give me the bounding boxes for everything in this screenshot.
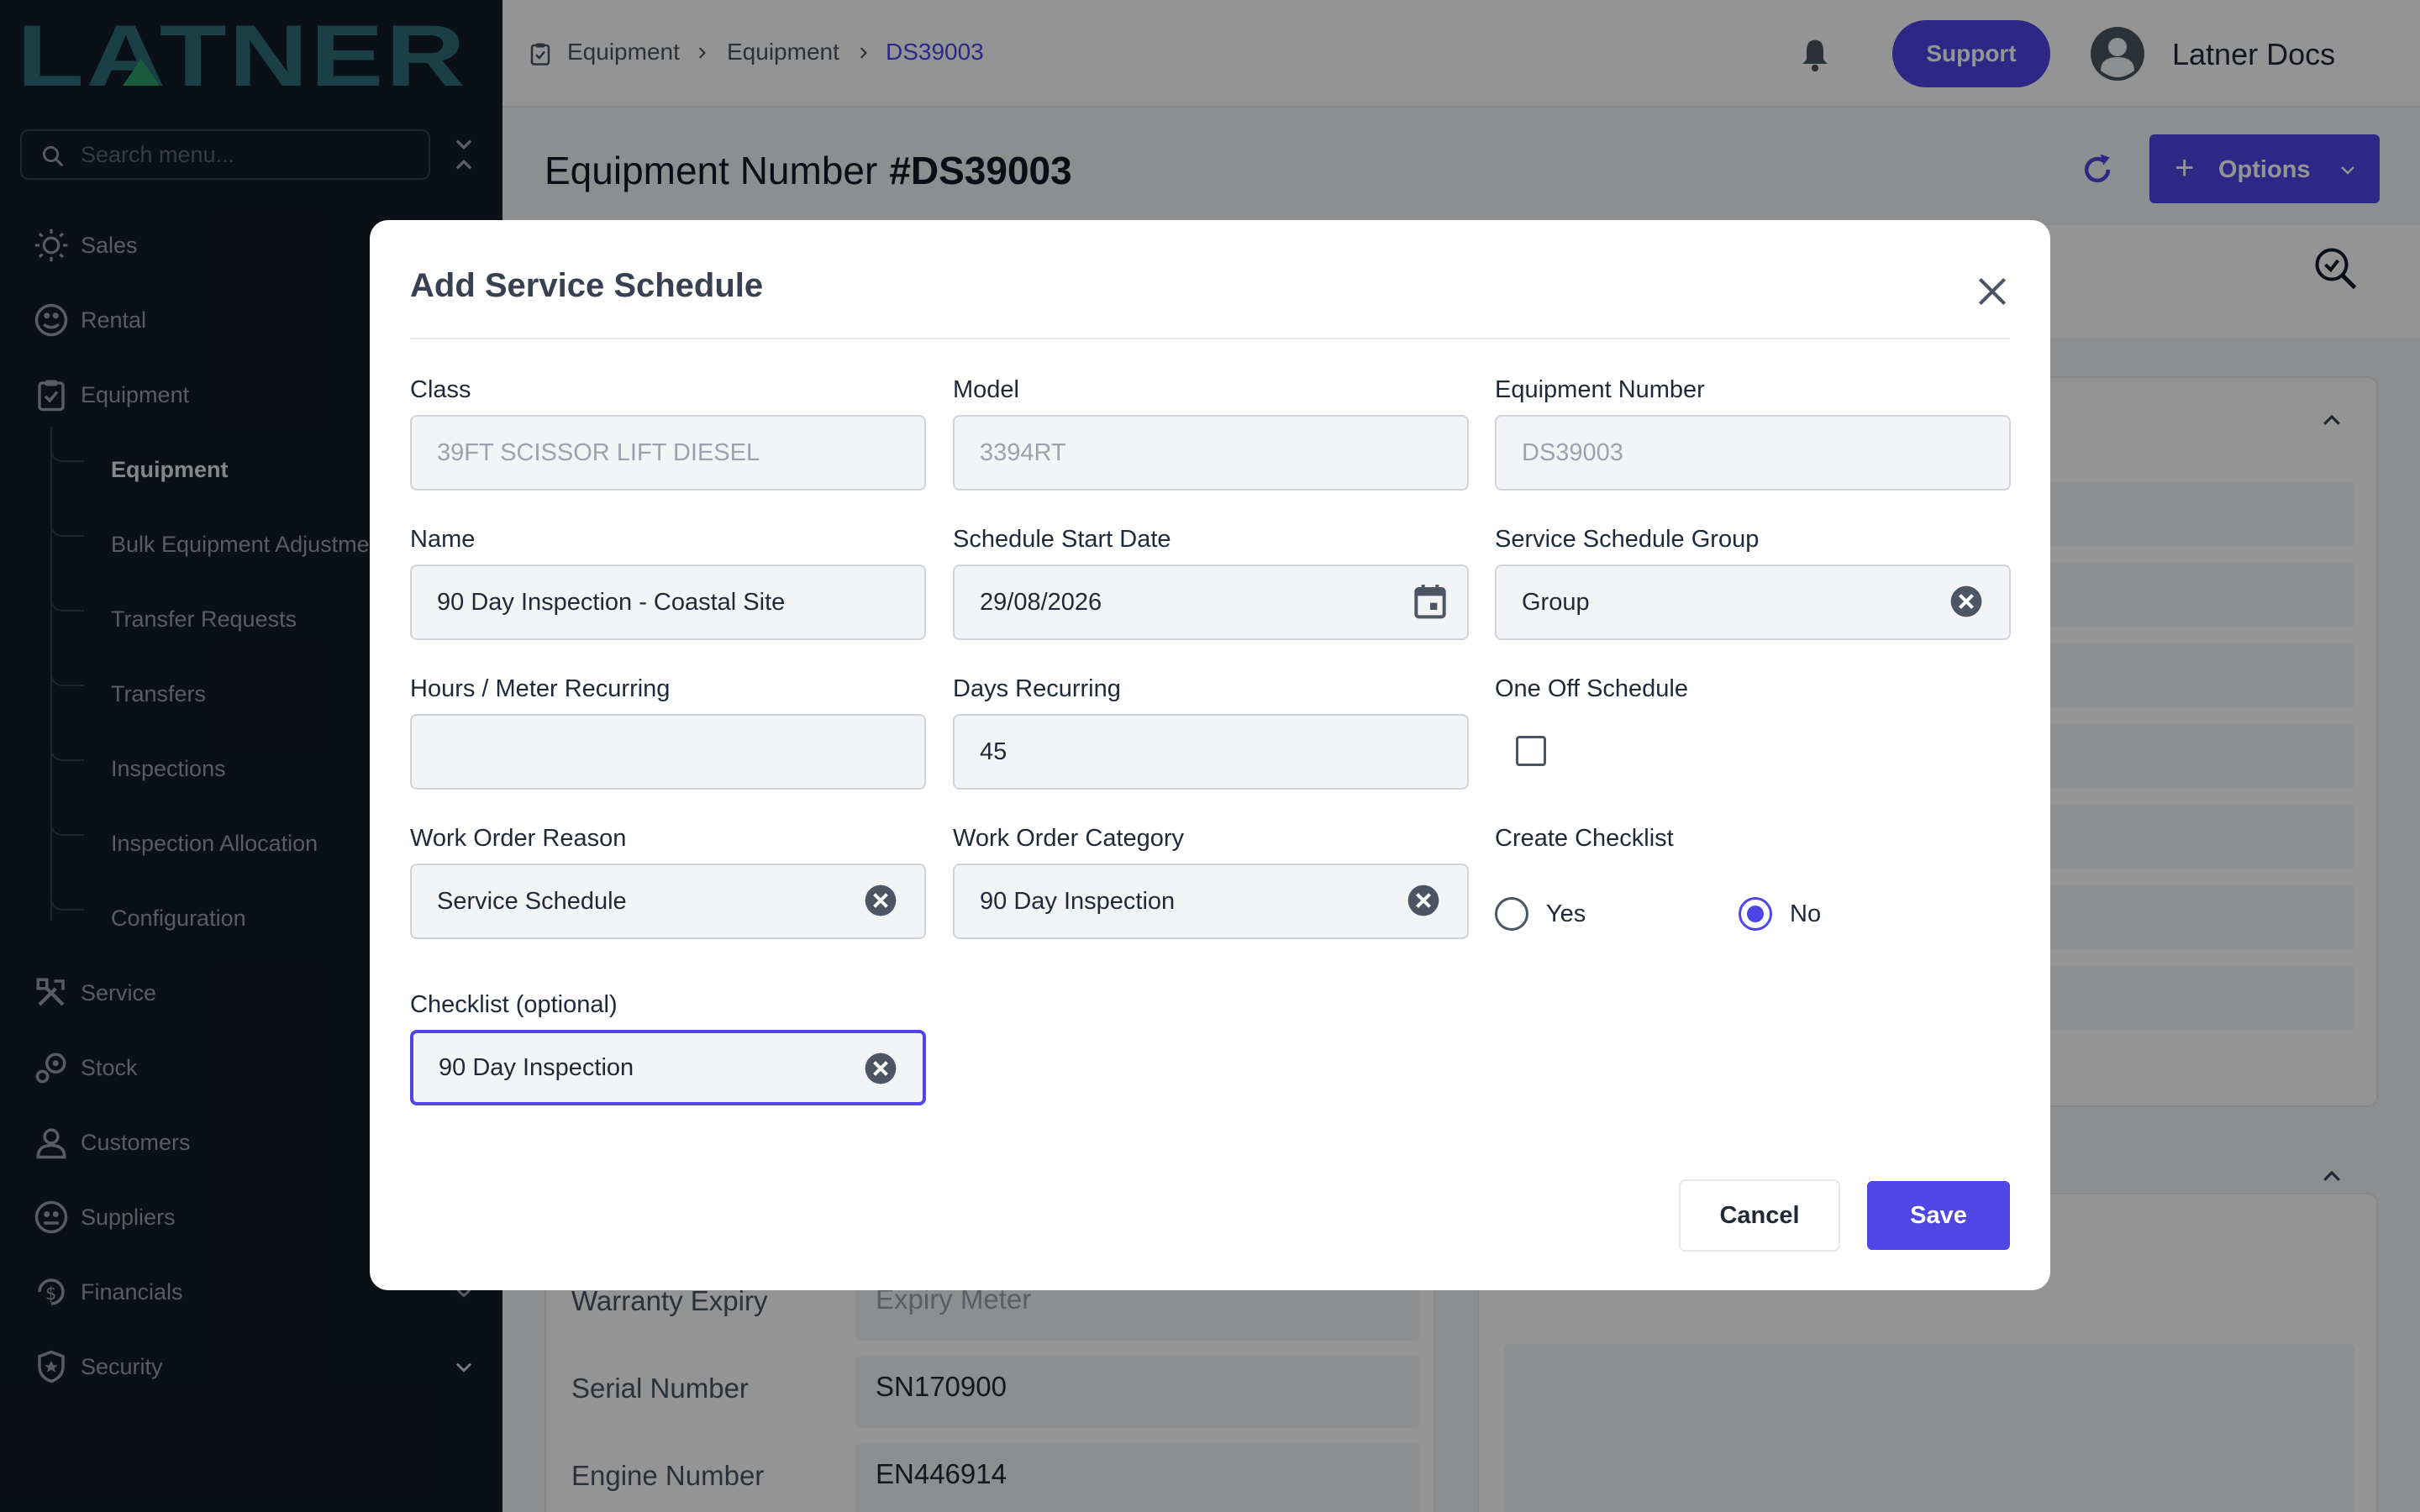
class-label: Class [410,376,471,403]
equipment-number-field [1495,415,2011,491]
wo-reason-label: Work Order Reason [410,825,627,852]
calendar-icon[interactable] [1413,583,1447,620]
wo-category-label: Work Order Category [953,825,1185,852]
checklist-field[interactable] [410,1030,926,1105]
dialog-title: Add Service Schedule [410,267,764,304]
schedule-group-field[interactable] [1495,564,2011,640]
clear-icon[interactable] [1407,884,1440,917]
start-date-field[interactable] [953,564,1469,640]
model-field [953,415,1469,491]
clear-icon[interactable] [864,1052,897,1085]
schedule-group-label: Service Schedule Group [1495,526,1760,553]
radio-no-label: No [1790,900,1822,927]
one-off-schedule-label: One Off Schedule [1495,675,1689,702]
create-checklist-label: Create Checklist [1495,825,1674,852]
start-date-label: Schedule Start Date [953,526,1171,553]
clear-icon[interactable] [864,884,897,917]
days-recurring-label: Days Recurring [953,675,1121,702]
equipment-number-label: Equipment Number [1495,376,1705,403]
clear-icon[interactable] [1949,585,1983,618]
days-recurring-field[interactable] [953,714,1469,790]
save-button[interactable]: Save [1867,1181,2010,1250]
add-service-schedule-dialog: Add Service Schedule Class Model Equipme… [370,220,2050,1290]
name-label: Name [410,526,476,553]
checklist-label: Checklist (optional) [410,991,618,1018]
create-checklist-no-radio[interactable] [1739,897,1772,931]
name-field[interactable] [410,564,926,640]
create-checklist-yes-radio[interactable] [1495,897,1528,931]
dialog-divider [410,338,2010,339]
class-field [410,415,926,491]
hours-recurring-label: Hours / Meter Recurring [410,675,671,702]
close-icon[interactable] [1971,270,2013,312]
wo-reason-field[interactable] [410,864,926,939]
hours-recurring-field[interactable] [410,714,926,790]
model-label: Model [953,376,1019,403]
cancel-button[interactable]: Cancel [1679,1179,1840,1252]
one-off-schedule-checkbox[interactable] [1516,736,1546,766]
wo-category-field[interactable] [953,864,1469,939]
radio-yes-label: Yes [1546,900,1586,927]
